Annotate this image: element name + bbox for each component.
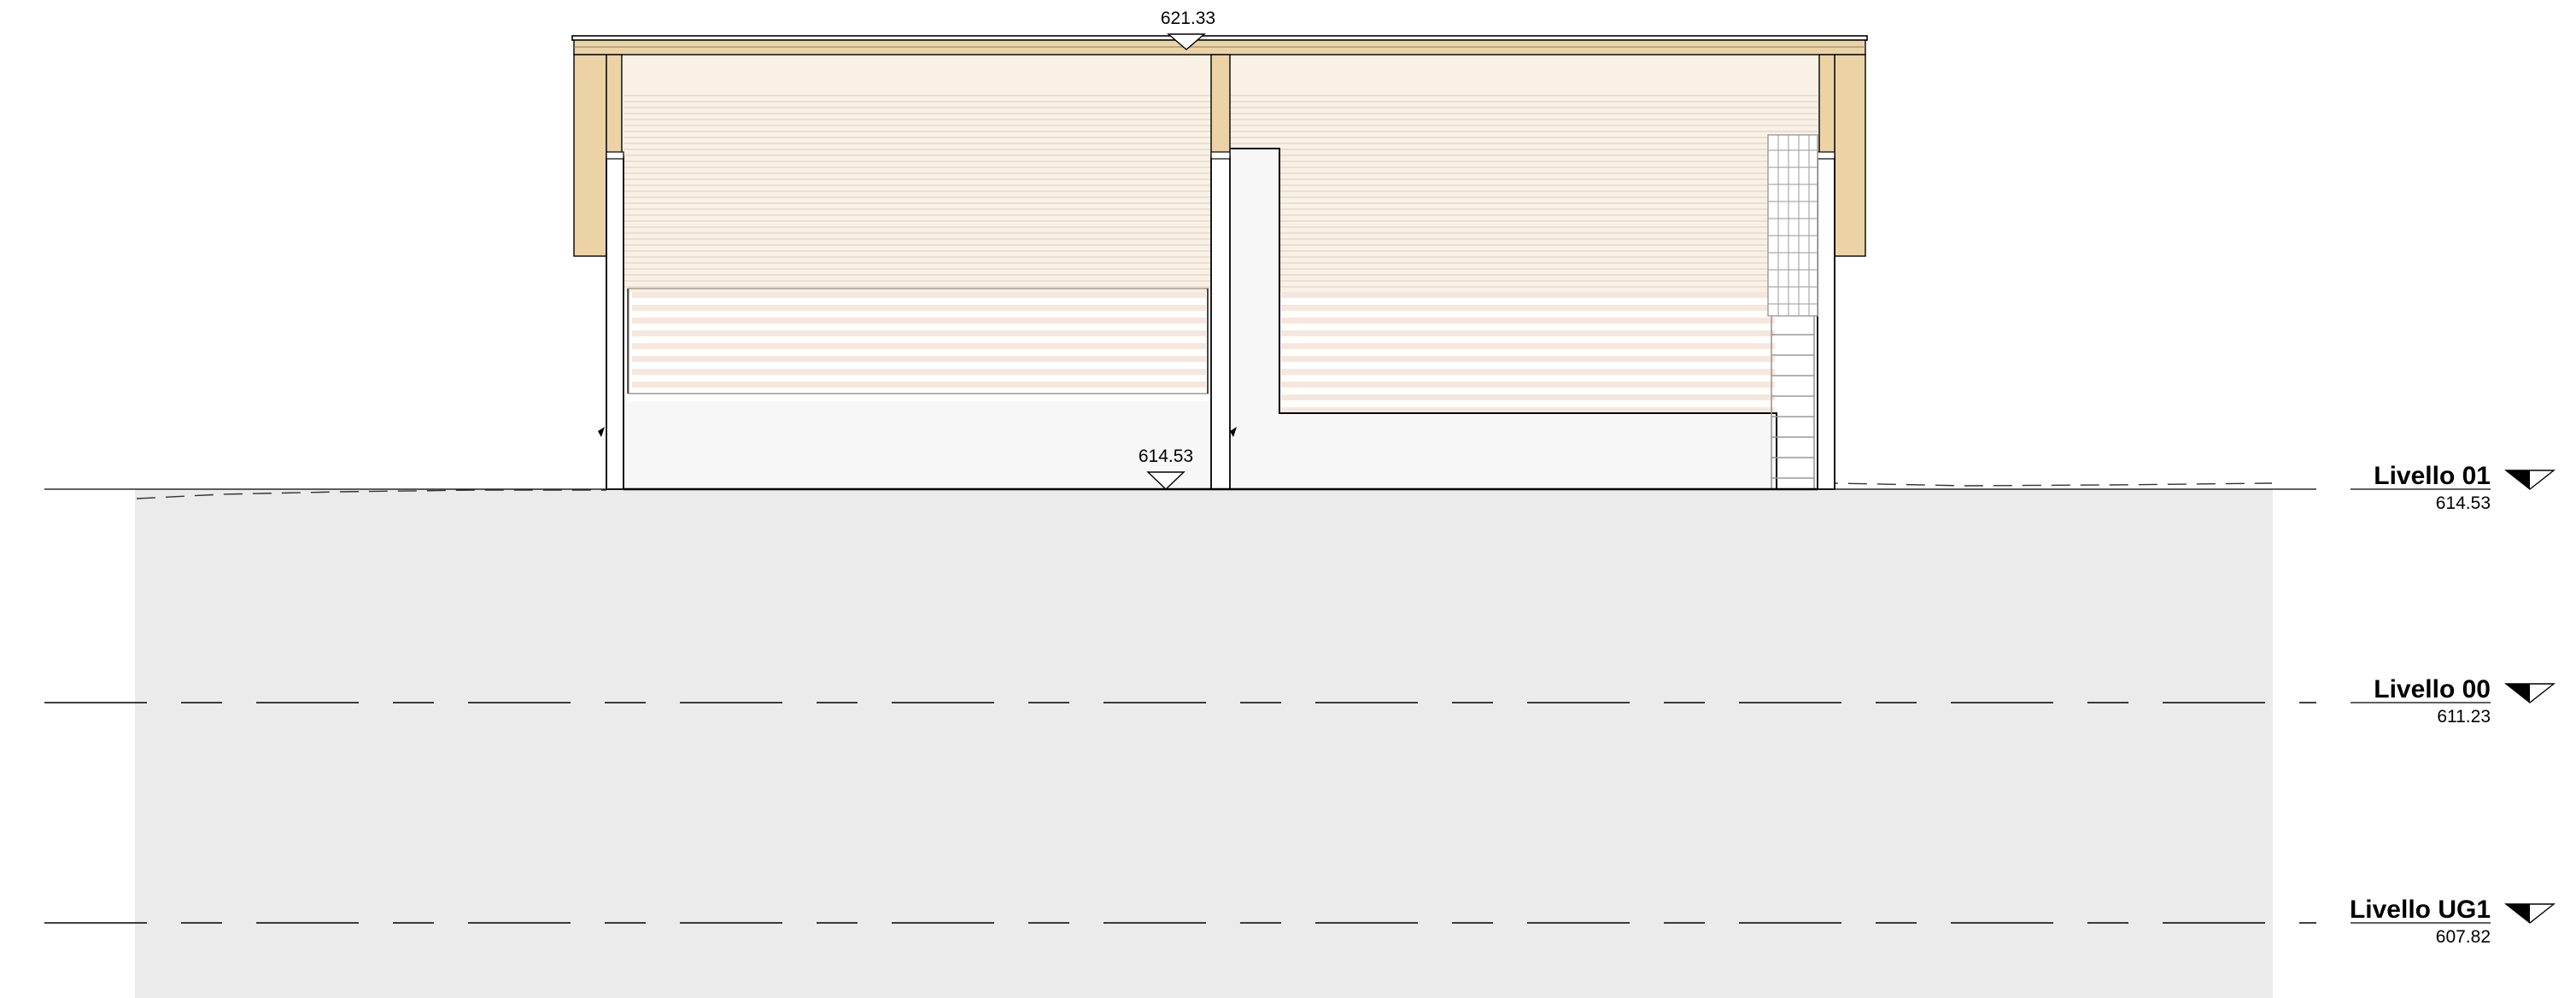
wall-post-middle <box>1210 156 1231 490</box>
level-elevation: 607.82 <box>2436 927 2491 947</box>
panel-band <box>1281 330 1775 336</box>
section-drawing: 621.33 614.53 Livello 01 614.53 Livello … <box>44 9 2556 998</box>
panel-band <box>1281 369 1775 375</box>
wall-cladding-upper-right <box>1230 53 1819 292</box>
panel-band <box>632 305 1206 311</box>
panel-band <box>1281 343 1775 349</box>
hinge-mark-left <box>598 427 605 437</box>
column-cap-left <box>606 54 623 158</box>
panel-band <box>1281 394 1775 400</box>
wall-post-left <box>606 156 624 490</box>
panel-band <box>632 318 1206 324</box>
spot-elevation-floor: 614.53 <box>1139 446 1193 466</box>
panel-band <box>632 356 1206 362</box>
shelf-frame <box>1767 134 1818 317</box>
eave-left <box>573 54 607 257</box>
bracket-middle <box>1210 151 1231 160</box>
column-cap-right <box>1818 54 1835 158</box>
level-elevation: 614.53 <box>2436 493 2491 513</box>
level-head-ug1: Livello UG1 607.82 <box>2350 896 2556 947</box>
bracket-left <box>606 151 624 160</box>
panel-band <box>632 343 1206 349</box>
wall-post-right <box>1817 156 1835 490</box>
floor-zone-right <box>1230 415 1777 489</box>
level-head-01: Livello 01 614.53 <box>2351 462 2556 513</box>
panel-band <box>632 382 1206 388</box>
panel-band <box>1281 318 1775 324</box>
level-name: Livello 01 <box>2374 462 2491 490</box>
level-name: Livello UG1 <box>2350 896 2491 924</box>
ground-fill <box>135 489 2273 998</box>
panel-band <box>1281 305 1775 311</box>
bracket-right <box>1817 151 1835 160</box>
panel-band <box>1281 292 1775 298</box>
column-cap-middle <box>1210 54 1231 158</box>
partition-fill <box>1231 149 1279 489</box>
panel-band <box>1281 407 1775 413</box>
panel-band <box>632 330 1206 336</box>
level-elevation: 611.23 <box>2437 707 2491 727</box>
panel-band <box>1281 382 1775 388</box>
panel-band <box>632 292 1206 298</box>
floor-zone-left <box>624 401 1211 489</box>
level-head-00: Livello 00 611.23 <box>2351 675 2556 727</box>
wall-cladding-upper-left <box>624 53 1211 292</box>
roof-top-line <box>571 35 1868 41</box>
spot-elevation-ridge: 621.33 <box>1161 9 1215 28</box>
panel-band <box>1281 356 1775 362</box>
panel-band <box>632 369 1206 375</box>
level-name: Livello 00 <box>2374 675 2491 703</box>
eave-right <box>1834 54 1866 257</box>
